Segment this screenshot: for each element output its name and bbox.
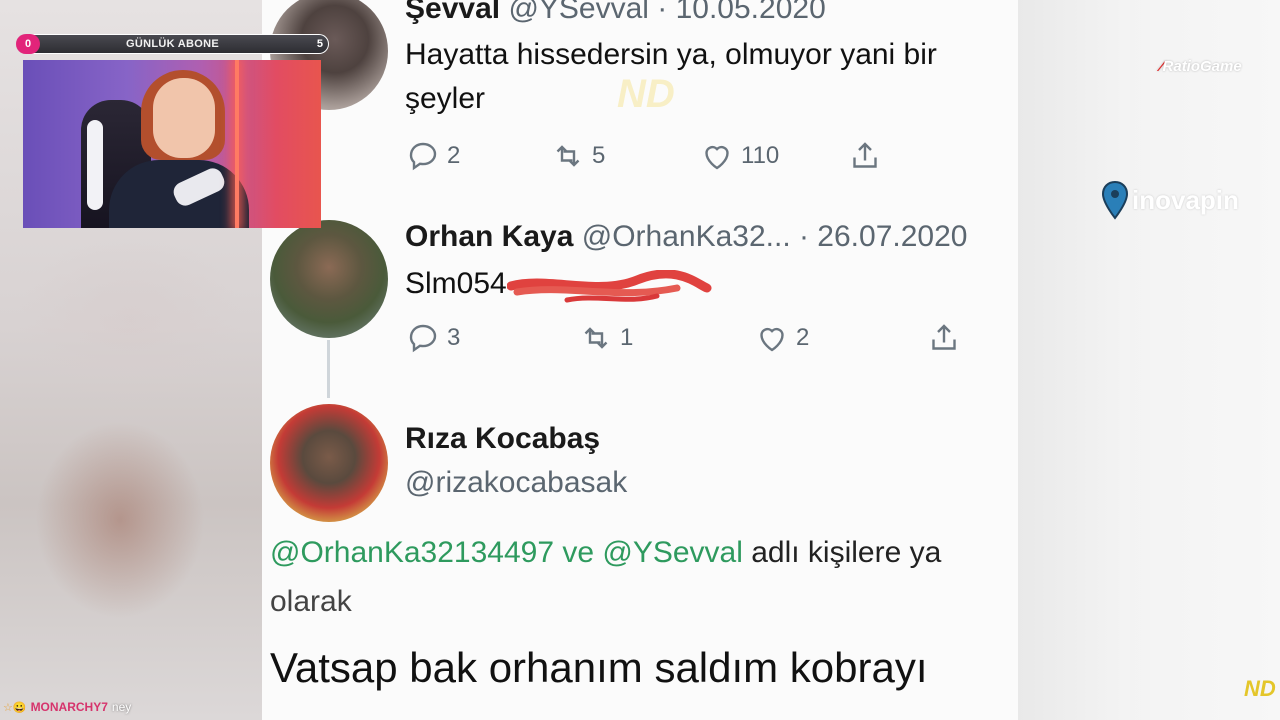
reply-count: 3: [447, 324, 461, 351]
chair-highlight: [87, 120, 103, 210]
chat-text: ney: [111, 700, 132, 714]
retweet-count: 1: [620, 324, 634, 351]
reply-to-line: @OrhanKa32134497 ve @YSevval adlı kişile…: [270, 536, 941, 570]
tweet-author-header: Orhan Kaya @OrhanKa32... · 26.07.2020: [405, 220, 967, 254]
reply-icon: [409, 142, 437, 171]
reply-button[interactable]: 2: [405, 138, 460, 174]
reply-to-line-2: olarak: [270, 585, 352, 618]
watermark-corner-logo: ND: [1244, 676, 1276, 701]
goal-target-count: 5: [316, 38, 323, 50]
pin-icon: [1101, 180, 1129, 220]
chat-message: ☆😀 MONARCHY7 ney: [3, 700, 131, 714]
retweet-button[interactable]: 1: [578, 320, 633, 356]
streamer-face: [153, 78, 215, 158]
mention-link[interactable]: @YSevval: [602, 536, 743, 569]
avatar[interactable]: [270, 404, 388, 522]
tweet-text: Slm054: [405, 267, 507, 300]
like-icon: [705, 145, 729, 170]
like-icon: [760, 327, 784, 352]
mention-link[interactable]: @OrhanKa32134497: [270, 536, 554, 569]
blurred-background-right: [1018, 0, 1280, 720]
reply-icon: [409, 324, 437, 353]
tweet-text: Hayatta hissedersin ya, olmuyor yani bir…: [405, 33, 937, 121]
redaction-scribble: [507, 270, 712, 303]
retweet-button[interactable]: 5: [550, 138, 605, 174]
author-name[interactable]: Rıza Kocabaş: [405, 422, 600, 456]
author-meta: @OrhanKa32... · 26.07.2020: [581, 220, 968, 253]
tweet-author-header: Şevval @YSevval · 10.05.2020: [405, 0, 826, 26]
like-button[interactable]: 110: [699, 138, 779, 174]
author-handle[interactable]: @rizakocabasak: [405, 466, 627, 500]
share-button[interactable]: [847, 138, 883, 174]
reply-count: 2: [447, 142, 461, 169]
tweet-thread-screenshot: ND Şevval @YSevval · 10.05.2020 Hayatta …: [262, 0, 1018, 720]
subscriber-goal-bar: 0 GÜNLÜK ABONE 5: [16, 34, 329, 54]
reply-to-suffix: adlı kişilere ya: [742, 536, 942, 569]
retweet-icon: [556, 145, 580, 167]
thread-connector-line: [327, 340, 330, 398]
sponsor-logo-inovapin: inovapin: [1100, 180, 1239, 220]
led-light: [235, 60, 239, 228]
retweet-count: 5: [592, 142, 606, 169]
author-name[interactable]: Şevval: [405, 0, 500, 25]
like-count: 2: [796, 324, 810, 351]
tweet-text-line: şeyler: [405, 82, 486, 115]
goal-title: GÜNLÜK ABONE: [125, 38, 220, 50]
mention-connector: ve: [554, 536, 603, 569]
share-button[interactable]: [926, 320, 962, 356]
webcam-overlay: [23, 60, 321, 228]
like-button[interactable]: 2: [754, 320, 809, 356]
retweet-icon: [584, 327, 608, 349]
avatar[interactable]: [270, 220, 388, 338]
share-icon: [853, 142, 877, 168]
tweet-text: Vatsap bak orhanım saldım kobrayı: [270, 644, 928, 691]
reply-button[interactable]: 3: [405, 320, 460, 356]
share-icon: [932, 324, 956, 350]
author-meta: @YSevval · 10.05.2020: [508, 0, 826, 25]
author-name[interactable]: Orhan Kaya: [405, 220, 573, 253]
like-count: 110: [741, 142, 780, 169]
chat-username[interactable]: MONARCHY7: [31, 700, 108, 714]
tweet-text-line: Hayatta hissedersin ya, olmuyor yani bir: [405, 38, 937, 71]
sponsor-logo-ratio: ⁄RatioGame: [1160, 58, 1242, 75]
chat-badges: ☆😀: [3, 701, 27, 714]
